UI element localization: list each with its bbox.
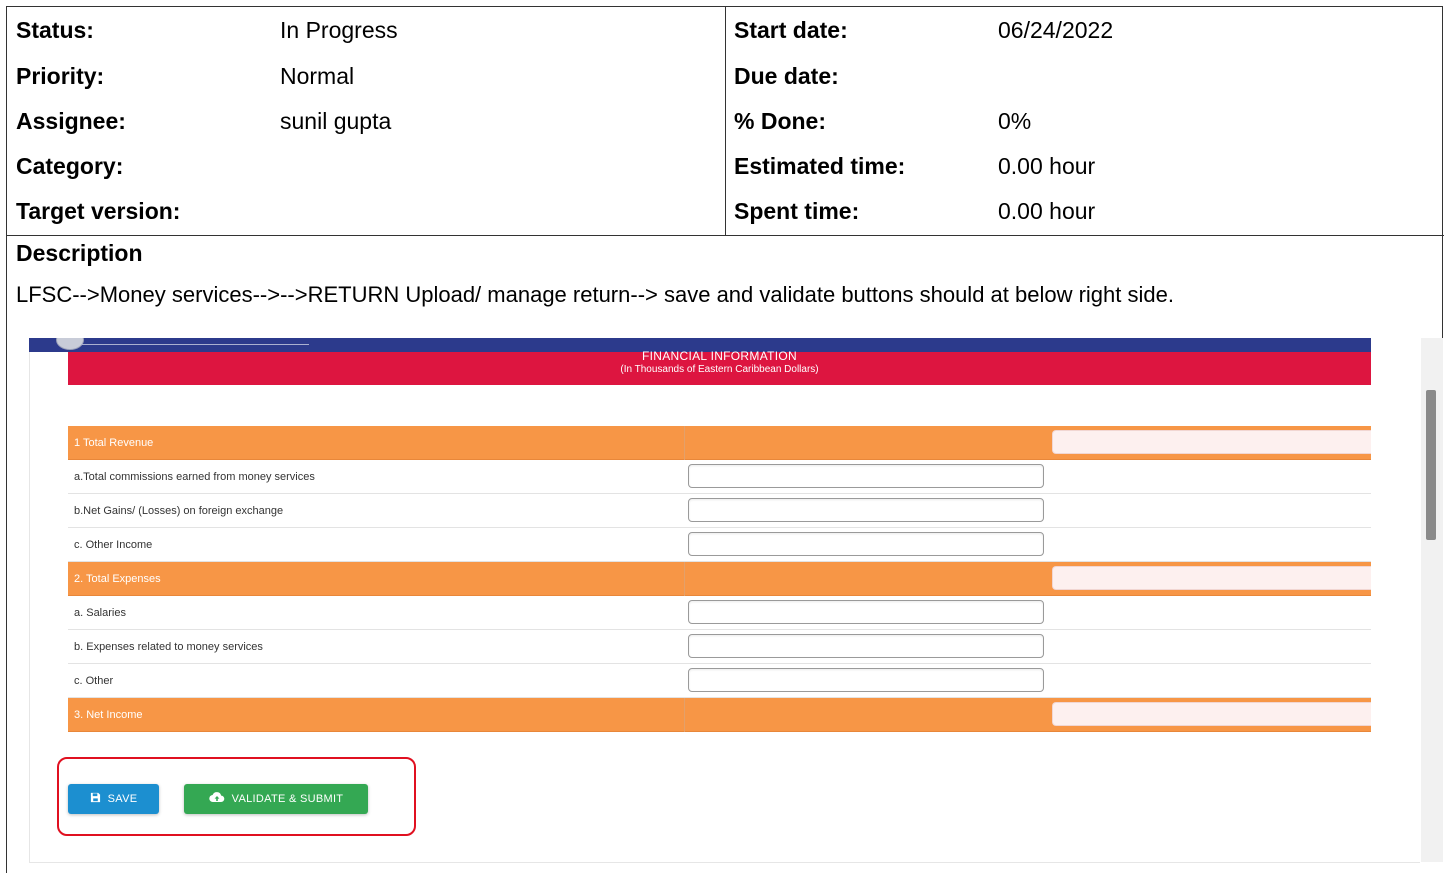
attribute-label: Assignee: <box>16 108 126 134</box>
cell-divider <box>684 698 685 732</box>
scrollbar-thumb[interactable] <box>1426 390 1436 540</box>
table-row: c. Other <box>68 664 1371 698</box>
assignee-value[interactable]: sunil gupta <box>280 108 391 135</box>
salaries-input[interactable] <box>688 600 1044 624</box>
row-label: b.Net Gains/ (Losses) on foreign exchang… <box>74 505 284 517</box>
row-label: 1 Total Revenue <box>74 437 154 449</box>
financial-info-title: FINANCIAL INFORMATION <box>642 349 797 363</box>
priority-value: Normal <box>280 63 355 89</box>
attached-screenshot: FINANCIAL INFORMATION (In Thousands of E… <box>6 338 1443 873</box>
table-row: b. Expenses related to money services <box>68 630 1371 664</box>
row-label: 3. Net Income <box>74 709 143 721</box>
table-row: a. Salaries <box>68 596 1371 630</box>
financial-info-header: FINANCIAL INFORMATION (In Thousands of E… <box>68 349 1371 385</box>
attribute-label: Spent time: <box>734 198 860 224</box>
total-expenses-field[interactable] <box>1052 566 1371 590</box>
row-label: b. Expenses related to money services <box>74 641 263 653</box>
validate-submit-button[interactable]: VALIDATE & SUBMIT <box>184 784 368 814</box>
table-row-net-income: 3. Net Income <box>68 698 1371 732</box>
attribute-label: Priority: <box>16 63 105 89</box>
cell-divider <box>684 562 685 596</box>
table-row-total-revenue: 1 Total Revenue <box>68 426 1371 460</box>
banner-line <box>81 344 309 345</box>
validate-button-label: VALIDATE & SUBMIT <box>231 793 344 805</box>
row-label: a. Salaries <box>74 607 126 619</box>
attribute-label: Start date: <box>734 17 848 43</box>
estimated-time-value: 0.00 hour <box>998 153 1096 179</box>
other-income-input[interactable] <box>688 532 1044 556</box>
net-income-field[interactable] <box>1052 702 1371 726</box>
table-row: c. Other Income <box>68 528 1371 562</box>
floppy-disk-icon <box>90 792 101 806</box>
start-date-value: 06/24/2022 <box>998 17 1114 43</box>
row-label: 2. Total Expenses <box>74 573 161 585</box>
scrollbar[interactable] <box>1421 338 1443 862</box>
cell-divider <box>684 426 685 460</box>
other-expenses-input[interactable] <box>688 668 1044 692</box>
section-divider <box>7 235 1444 236</box>
column-divider <box>725 7 726 235</box>
commissions-input[interactable] <box>688 464 1044 488</box>
table-row: a.Total commissions earned from money se… <box>68 460 1371 494</box>
status-value: In Progress <box>280 17 398 43</box>
panel-bottom-border <box>29 862 1420 863</box>
row-label: c. Other <box>74 675 114 687</box>
frame-border <box>6 338 7 873</box>
save-button-label: SAVE <box>107 793 138 805</box>
table-row: b.Net Gains/ (Losses) on foreign exchang… <box>68 494 1371 528</box>
row-label: c. Other Income <box>74 539 153 551</box>
attribute-label: Due date: <box>734 63 839 89</box>
spent-time-value: 0.00 hour <box>998 198 1096 224</box>
done-value: 0% <box>998 108 1032 134</box>
attribute-label: Estimated time: <box>734 153 906 179</box>
net-gains-input[interactable] <box>688 498 1044 522</box>
financial-info-subtitle: (In Thousands of Eastern Caribbean Dolla… <box>620 364 819 375</box>
attribute-label: % Done: <box>734 108 826 134</box>
money-services-expenses-input[interactable] <box>688 634 1044 658</box>
description-title: Description <box>16 240 143 266</box>
issue-attributes: Status: In Progress Priority: Normal Ass… <box>7 7 1444 235</box>
attribute-label: Target version: <box>16 198 181 224</box>
attribute-label: Category: <box>16 153 124 179</box>
description-text: LFSC-->Money services-->-->RETURN Upload… <box>16 282 1174 307</box>
row-label: a.Total commissions earned from money se… <box>74 471 315 483</box>
attribute-label: Status: <box>16 17 94 43</box>
cloud-upload-icon <box>208 792 225 806</box>
save-button[interactable]: SAVE <box>68 784 159 814</box>
total-revenue-field[interactable] <box>1052 430 1371 454</box>
table-row-total-expenses: 2. Total Expenses <box>68 562 1371 596</box>
